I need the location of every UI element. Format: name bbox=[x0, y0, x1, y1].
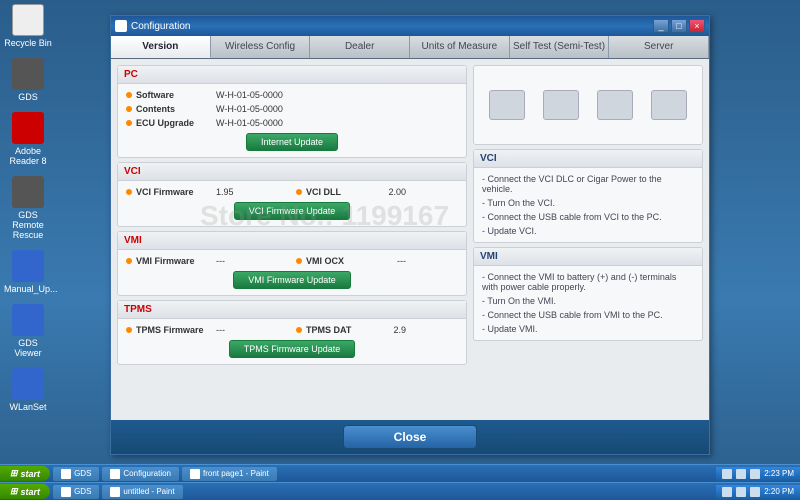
clock: 2:20 PM bbox=[764, 487, 794, 496]
start-button[interactable]: ⊞start bbox=[0, 466, 50, 481]
vci-header: VCI bbox=[118, 163, 466, 181]
titlebar[interactable]: Configuration _ □ × bbox=[111, 16, 709, 36]
tab-units[interactable]: Units of Measure bbox=[410, 36, 510, 58]
trash-icon bbox=[12, 4, 44, 36]
content-area: PC SoftwareW-H-01-05-0000 ContentsW-H-01… bbox=[111, 59, 709, 418]
close-button[interactable]: Close bbox=[343, 425, 478, 449]
desktop-icon-viewer[interactable]: GDS Viewer bbox=[4, 304, 52, 358]
maximize-button[interactable]: □ bbox=[671, 19, 687, 33]
app-icon bbox=[12, 176, 44, 208]
system-tray[interactable]: 2:23 PM bbox=[716, 467, 800, 481]
tray-icon[interactable] bbox=[750, 487, 760, 497]
app-icon bbox=[61, 487, 71, 497]
network-icon bbox=[12, 368, 44, 400]
vmi-device-icon bbox=[651, 90, 687, 120]
tab-dealer[interactable]: Dealer bbox=[310, 36, 410, 58]
bullet-icon bbox=[126, 106, 132, 112]
start-button[interactable]: ⊞start bbox=[0, 484, 50, 499]
close-window-button[interactable]: × bbox=[689, 19, 705, 33]
vci-info-header: VCI bbox=[474, 150, 702, 168]
desktop-icon-pdf[interactable]: Adobe Reader 8 bbox=[4, 112, 52, 166]
left-column: PC SoftwareW-H-01-05-0000 ContentsW-H-01… bbox=[117, 65, 467, 412]
pc-row-contents: ContentsW-H-01-05-0000 bbox=[126, 102, 458, 116]
bullet-icon bbox=[126, 327, 132, 333]
tray-icon[interactable] bbox=[722, 487, 732, 497]
vci-instructions: Connect the VCI DLC or Cigar Power to th… bbox=[482, 172, 694, 238]
taskbar-item-paint[interactable]: untitled - Paint bbox=[102, 485, 182, 499]
window-title: Configuration bbox=[131, 21, 190, 32]
vmi-instructions: Connect the VMI to battery (+) and (-) t… bbox=[482, 270, 694, 336]
windows-icon: ⊞ bbox=[10, 468, 18, 479]
tpms-update-button[interactable]: TPMS Firmware Update bbox=[229, 340, 356, 358]
vmi-info-panel: VMI Connect the VMI to battery (+) and (… bbox=[473, 247, 703, 341]
tray-icon[interactable] bbox=[736, 469, 746, 479]
pc-row-software: SoftwareW-H-01-05-0000 bbox=[126, 88, 458, 102]
bullet-icon bbox=[126, 258, 132, 264]
taskbar-lower[interactable]: ⊞start GDS untitled - Paint 2:20 PM bbox=[0, 482, 800, 500]
connection-diagram bbox=[473, 65, 703, 145]
window-icon bbox=[115, 20, 127, 32]
bullet-icon bbox=[126, 189, 132, 195]
vci-device-icon bbox=[543, 90, 579, 120]
vmi-header: VMI bbox=[118, 232, 466, 250]
pc-panel: PC SoftwareW-H-01-05-0000 ContentsW-H-01… bbox=[117, 65, 467, 158]
tab-server[interactable]: Server bbox=[609, 36, 709, 58]
taskbar-item-paint[interactable]: front page1 - Paint bbox=[182, 467, 277, 481]
doc-icon bbox=[12, 250, 44, 282]
device-icon bbox=[489, 90, 525, 120]
configuration-window: Configuration _ □ × Version Wireless Con… bbox=[110, 15, 710, 455]
pc-header: PC bbox=[118, 66, 466, 84]
desktop-icon-manual[interactable]: Manual_Up... bbox=[4, 250, 52, 294]
bullet-icon bbox=[126, 120, 132, 126]
tpms-panel: TPMS TPMS Firmware---TPMS DAT2.9 TPMS Fi… bbox=[117, 300, 467, 365]
minimize-button[interactable]: _ bbox=[653, 19, 669, 33]
bullet-icon bbox=[296, 327, 302, 333]
taskbar-upper[interactable]: ⊞start GDS Configuration front page1 - P… bbox=[0, 464, 800, 482]
bullet-icon bbox=[296, 189, 302, 195]
desktop: Recycle Bin GDS Adobe Reader 8 GDS Remot… bbox=[0, 0, 100, 426]
app-icon bbox=[110, 487, 120, 497]
taskbar-item-gds[interactable]: GDS bbox=[53, 467, 99, 481]
tab-bar: Version Wireless Config Dealer Units of … bbox=[111, 36, 709, 59]
desktop-icon-wlan[interactable]: WLanSet bbox=[4, 368, 52, 412]
vci-panel: VCI VCI Firmware1.95VCI DLL2.00 VCI Firm… bbox=[117, 162, 467, 227]
app-icon bbox=[12, 58, 44, 90]
pc-row-ecu: ECU UpgradeW-H-01-05-0000 bbox=[126, 116, 458, 130]
system-tray[interactable]: 2:20 PM bbox=[716, 485, 800, 499]
app-icon bbox=[61, 469, 71, 479]
pdf-icon bbox=[12, 112, 44, 144]
tray-icon[interactable] bbox=[722, 469, 732, 479]
desktop-icon-gds[interactable]: GDS bbox=[4, 58, 52, 102]
app-icon bbox=[110, 469, 120, 479]
desktop-icon-remote[interactable]: GDS Remote Rescue bbox=[4, 176, 52, 240]
window-footer: Close bbox=[111, 420, 709, 454]
taskbar-item-config[interactable]: Configuration bbox=[102, 467, 179, 481]
bullet-icon bbox=[296, 258, 302, 264]
taskbar-item-gds[interactable]: GDS bbox=[53, 485, 99, 499]
clock: 2:23 PM bbox=[764, 469, 794, 478]
app-icon bbox=[12, 304, 44, 336]
vmi-update-button[interactable]: VMI Firmware Update bbox=[233, 271, 351, 289]
tab-selftest[interactable]: Self Test (Semi-Test) bbox=[510, 36, 610, 58]
windows-icon: ⊞ bbox=[10, 486, 18, 497]
desktop-icon-recycle[interactable]: Recycle Bin bbox=[4, 4, 52, 48]
bullet-icon bbox=[126, 92, 132, 98]
tab-wireless[interactable]: Wireless Config bbox=[211, 36, 311, 58]
right-column: VCI Connect the VCI DLC or Cigar Power t… bbox=[473, 65, 703, 412]
tray-icon[interactable] bbox=[736, 487, 746, 497]
vmi-panel: VMI VMI Firmware---VMI OCX--- VMI Firmwa… bbox=[117, 231, 467, 296]
vmi-info-header: VMI bbox=[474, 248, 702, 266]
internet-update-button[interactable]: Internet Update bbox=[246, 133, 338, 151]
tpms-header: TPMS bbox=[118, 301, 466, 319]
vci-update-button[interactable]: VCI Firmware Update bbox=[234, 202, 351, 220]
app-icon bbox=[190, 469, 200, 479]
tray-icon[interactable] bbox=[750, 469, 760, 479]
laptop-icon bbox=[597, 90, 633, 120]
tab-version[interactable]: Version bbox=[111, 36, 211, 58]
vci-info-panel: VCI Connect the VCI DLC or Cigar Power t… bbox=[473, 149, 703, 243]
